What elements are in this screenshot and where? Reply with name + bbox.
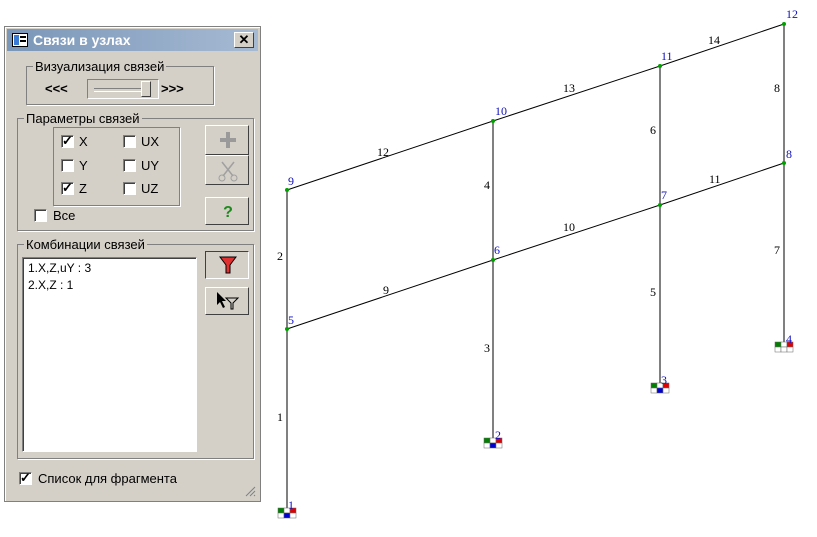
node-label: 3 [661, 373, 667, 387]
element-label: 9 [383, 283, 389, 297]
element-label: 11 [709, 172, 721, 186]
element-label: 3 [484, 341, 490, 355]
element-label: 13 [563, 81, 575, 95]
node-dot[interactable] [782, 161, 786, 165]
element-label: 12 [377, 145, 389, 159]
node-dot[interactable] [658, 64, 662, 68]
element-label: 10 [563, 220, 575, 234]
element-label: 6 [650, 123, 656, 137]
node-label: 9 [288, 174, 294, 188]
element-label: 1 [277, 410, 283, 424]
node-dot[interactable] [491, 119, 495, 123]
element-line[interactable] [286, 120, 494, 191]
node-label: 10 [495, 104, 507, 118]
node-dot[interactable] [658, 203, 662, 207]
node-label: 8 [786, 147, 792, 161]
structure-view[interactable]: 1 2 3 4 5 6 7 8 9 10 11 12 1 2 3 4 5 6 7… [0, 0, 817, 537]
node-label: 11 [661, 49, 673, 63]
node-label: 1 [288, 498, 294, 512]
element-label: 7 [774, 243, 780, 257]
node-dot[interactable] [782, 22, 786, 26]
element-line[interactable] [659, 23, 785, 67]
element-line[interactable] [492, 204, 661, 261]
element-label: 14 [708, 33, 720, 47]
element-line[interactable] [659, 162, 785, 206]
node-label: 7 [661, 188, 667, 202]
element-line[interactable] [286, 259, 494, 330]
node-dot[interactable] [285, 327, 289, 331]
element-label: 8 [774, 81, 780, 95]
node-label: 6 [494, 243, 500, 257]
element-line[interactable] [492, 65, 661, 122]
node-dot[interactable] [491, 258, 495, 262]
node-label: 2 [495, 428, 501, 442]
node-dot[interactable] [285, 188, 289, 192]
element-label: 4 [484, 178, 490, 192]
element-label: 2 [277, 249, 283, 263]
node-label: 5 [288, 313, 294, 327]
element-label: 5 [650, 285, 656, 299]
node-label: 4 [786, 332, 792, 346]
node-label: 12 [786, 7, 798, 21]
